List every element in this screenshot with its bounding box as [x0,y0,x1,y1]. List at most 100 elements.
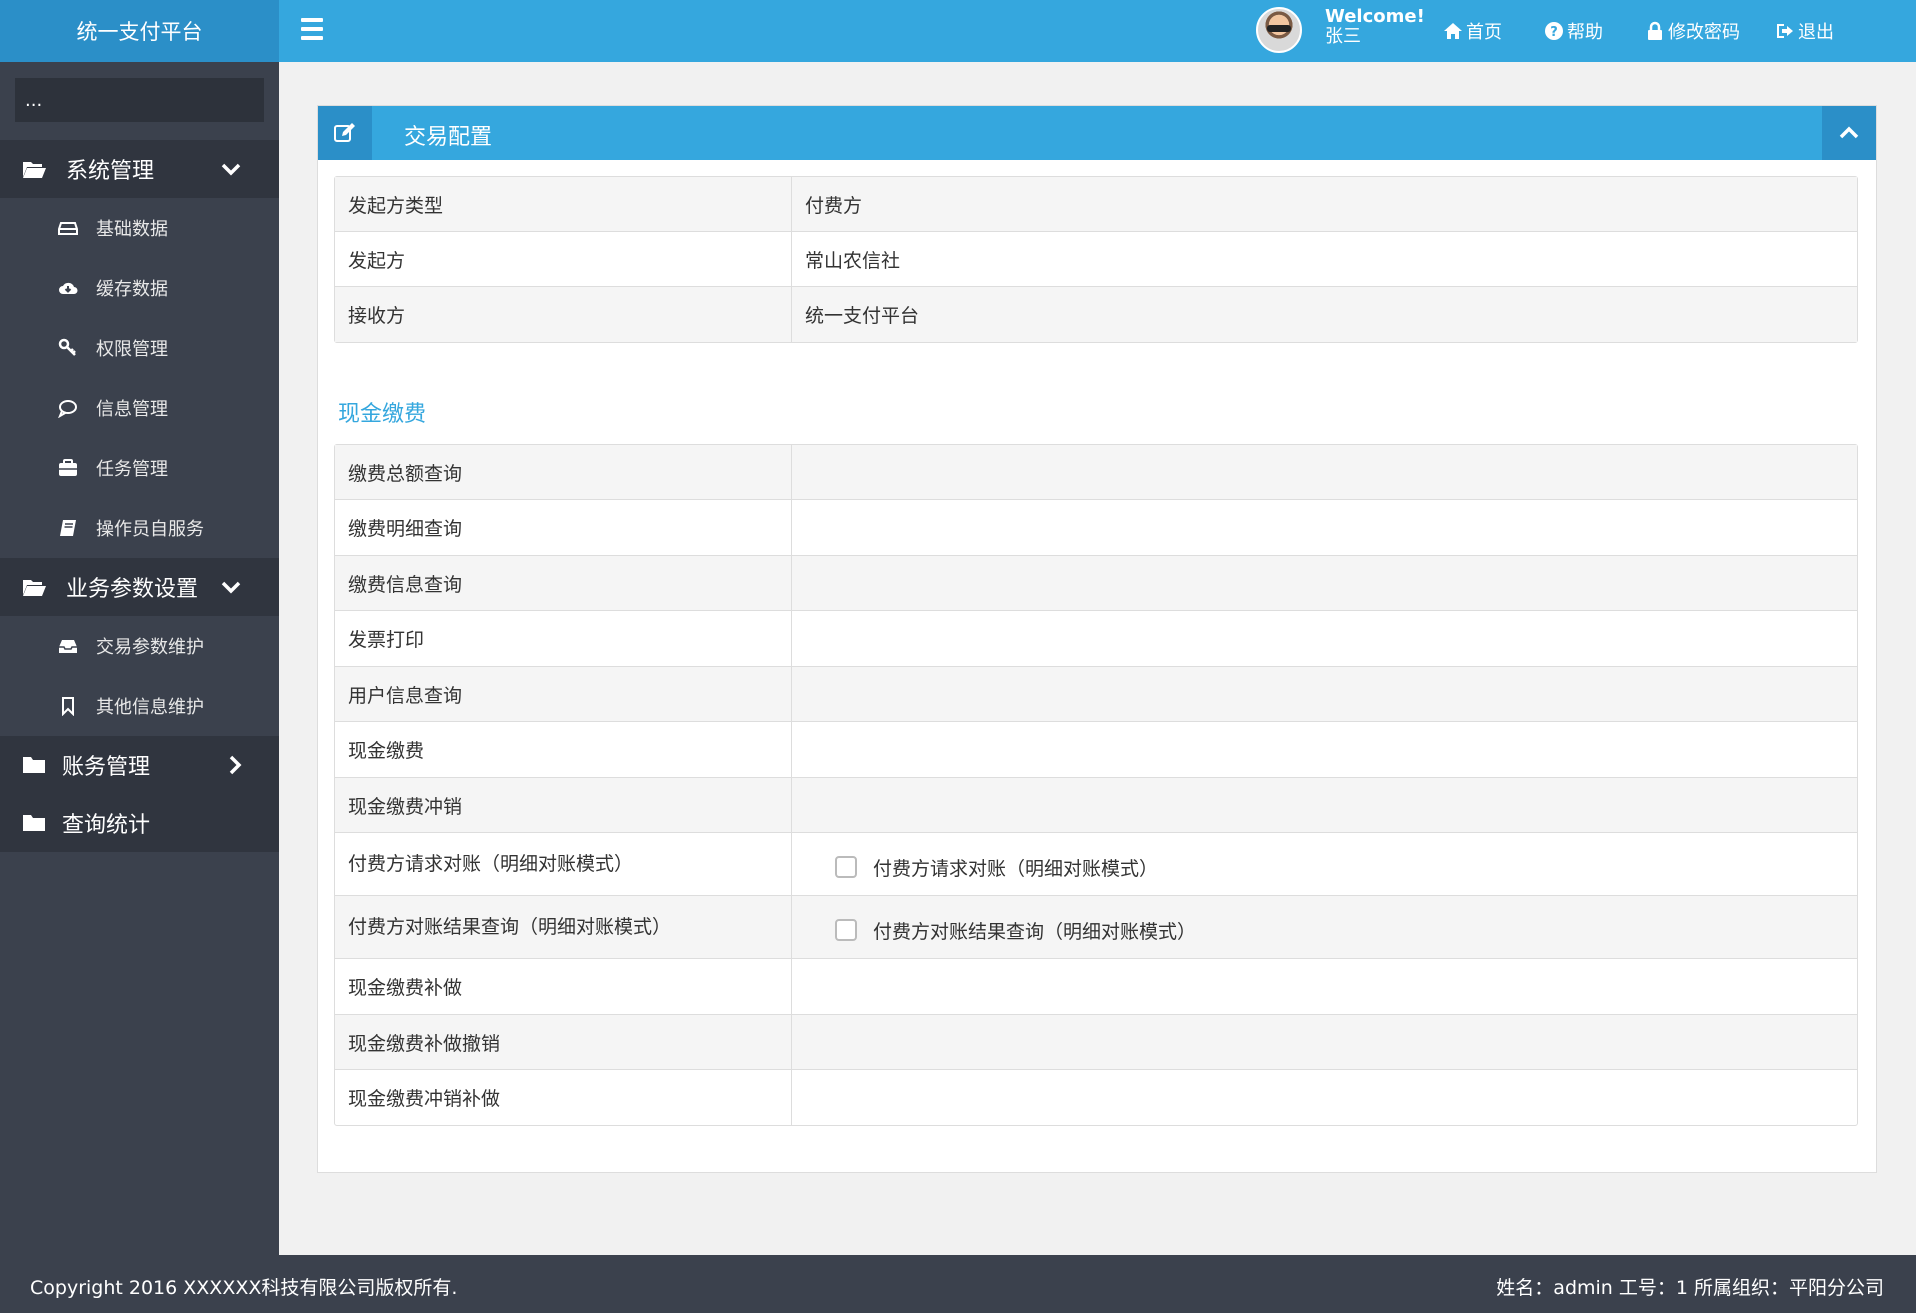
row-key: 付费方请求对账（明细对账模式） [335,833,792,895]
sidebar-item-tasks[interactable]: 任务管理 [0,438,279,498]
table-row: 现金缴费 [335,722,1857,778]
txn-config-panel: 交易配置 发起方类型 付费方 发起方 常山农信社 接收方 统一支付平台 现金缴费… [317,105,1877,1173]
sidebar-item-other-info[interactable]: 其他信息维护 [0,676,279,736]
sidebar-item-messages[interactable]: 信息管理 [0,378,279,438]
row-value: 常山农信社 [805,249,901,272]
table-row: 现金缴费补做 [335,959,1857,1015]
reconcile-request-checkbox[interactable]: 付费方请求对账（明细对账模式） [805,854,1158,881]
comment-icon [58,400,77,418]
sidebar-search-input[interactable] [15,78,264,122]
sidebar-item-operator-self-service[interactable]: 操作员自服务 [0,498,279,558]
txn-table: 缴费总额查询 缴费明细查询 缴费信息查询 发票打印 用户信息查询 现金缴费 现金… [334,444,1858,1126]
row-key: 现金缴费冲销 [335,778,792,832]
row-key: 发起方类型 [335,177,792,231]
sidebar-item-basic-data[interactable]: 基础数据 [0,198,279,258]
home-link[interactable]: 首页 [1443,18,1502,44]
row-key: 发票打印 [335,611,792,666]
sidebar-group-label: 账务管理 [62,755,151,780]
sidebar-item-label: 权限管理 [96,339,168,360]
checkbox-box[interactable] [835,919,857,941]
row-value: 付费方 [805,194,863,217]
chevron-up-icon [1839,126,1859,139]
checkbox-label: 付费方请求对账（明细对账模式） [873,857,1159,880]
row-key: 现金缴费 [335,722,792,777]
row-value [792,959,1857,1014]
logout-link[interactable]: 退出 [1775,18,1834,44]
row-key: 缴费总额查询 [335,445,792,499]
help-link[interactable]: ? 帮助 [1544,18,1603,44]
home-icon [1444,23,1462,39]
top-bar: Welcome! 张三 首页 ? 帮助 修改密码 退出 [279,0,1916,62]
row-value [792,667,1857,721]
folder-open-icon [23,162,46,178]
table-row: 现金缴费冲销 [335,778,1857,833]
table-row: 现金缴费补做撤销 [335,1015,1857,1070]
copyright-text: Copyright 2016 XXXXXX科技有限公司版权所有. [30,1277,458,1299]
collapse-button[interactable] [1822,106,1876,160]
sidebar-group-query-stats[interactable]: 查询统计 [0,794,279,852]
row-key: 现金缴费冲销补做 [335,1070,792,1125]
sidebar-group-label: 业务参数设置 [66,577,199,602]
table-row: 缴费总额查询 [335,445,1857,500]
row-value [792,445,1857,499]
sidebar-item-label: 任务管理 [96,459,168,480]
sidebar-item-label: 操作员自服务 [96,519,204,540]
panel-header: 交易配置 [318,106,1876,160]
table-row: 接收方 统一支付平台 [335,287,1857,342]
sidebar-item-label: 缓存数据 [96,279,168,300]
lock-icon [1648,21,1662,40]
sidebar-group-accounting[interactable]: 账务管理 [0,736,279,794]
sidebar-item-cache-data[interactable]: 缓存数据 [0,258,279,318]
table-row: 缴费信息查询 [335,556,1857,611]
row-value [792,778,1857,832]
row-value [792,500,1857,555]
row-value [792,556,1857,610]
sidebar-item-permissions[interactable]: 权限管理 [0,318,279,378]
sidebar-item-label: 交易参数维护 [96,637,204,658]
edit-icon [318,106,372,160]
welcome-block: Welcome! 张三 [1325,7,1425,47]
inbox-icon [59,640,77,653]
row-key: 用户信息查询 [335,667,792,721]
table-row: 发票打印 [335,611,1857,667]
welcome-text: Welcome! [1325,6,1425,27]
row-key: 现金缴费补做撤销 [335,1015,792,1069]
table-row: 付费方请求对账（明细对账模式） 付费方请求对账（明细对账模式） [335,833,1857,896]
svg-text:?: ? [1550,25,1558,40]
row-key: 缴费信息查询 [335,556,792,610]
sidebar-item-txn-params[interactable]: 交易参数维护 [0,616,279,676]
sign-out-icon [1777,24,1793,38]
briefcase-icon [59,459,77,476]
cloud-download-icon [59,282,78,294]
chevron-down-icon [221,163,241,176]
checkbox-box[interactable] [835,856,857,878]
row-value: 付费方请求对账（明细对账模式） [792,833,1857,895]
checkbox-label: 付费方对账结果查询（明细对账模式） [873,920,1197,943]
reconcile-result-checkbox[interactable]: 付费方对账结果查询（明细对账模式） [805,917,1196,944]
row-value [792,1015,1857,1069]
chevron-right-icon [229,755,242,775]
table-row: 现金缴费冲销补做 [335,1070,1857,1125]
sidebar-group-label: 系统管理 [66,159,155,184]
row-value [792,722,1857,777]
sidebar-group-system[interactable]: 系统管理 [0,140,279,198]
table-row: 发起方 常山农信社 [335,232,1857,287]
change-password-link[interactable]: 修改密码 [1645,18,1740,44]
avatar[interactable] [1256,7,1302,53]
table-row: 缴费明细查询 [335,500,1857,556]
folder-icon [23,757,45,773]
book-icon [60,520,76,536]
help-link-label: 帮助 [1567,22,1603,43]
sidebar-group-business-params[interactable]: 业务参数设置 [0,558,279,616]
menu-toggle-icon[interactable] [301,18,323,40]
sidebar-item-label: 基础数据 [96,219,168,240]
operator-info: 姓名：admin 工号：1 所属组织：平阳分公司 [1496,1277,1884,1299]
folder-icon [23,815,45,831]
sidebar-item-label: 其他信息维护 [96,697,204,718]
bookmark-icon [62,697,74,716]
table-row: 发起方类型 付费方 [335,177,1857,232]
home-link-label: 首页 [1466,22,1502,43]
change-password-label: 修改密码 [1668,22,1740,43]
row-value: 付费方对账结果查询（明细对账模式） [792,896,1857,958]
row-key: 现金缴费补做 [335,959,792,1014]
